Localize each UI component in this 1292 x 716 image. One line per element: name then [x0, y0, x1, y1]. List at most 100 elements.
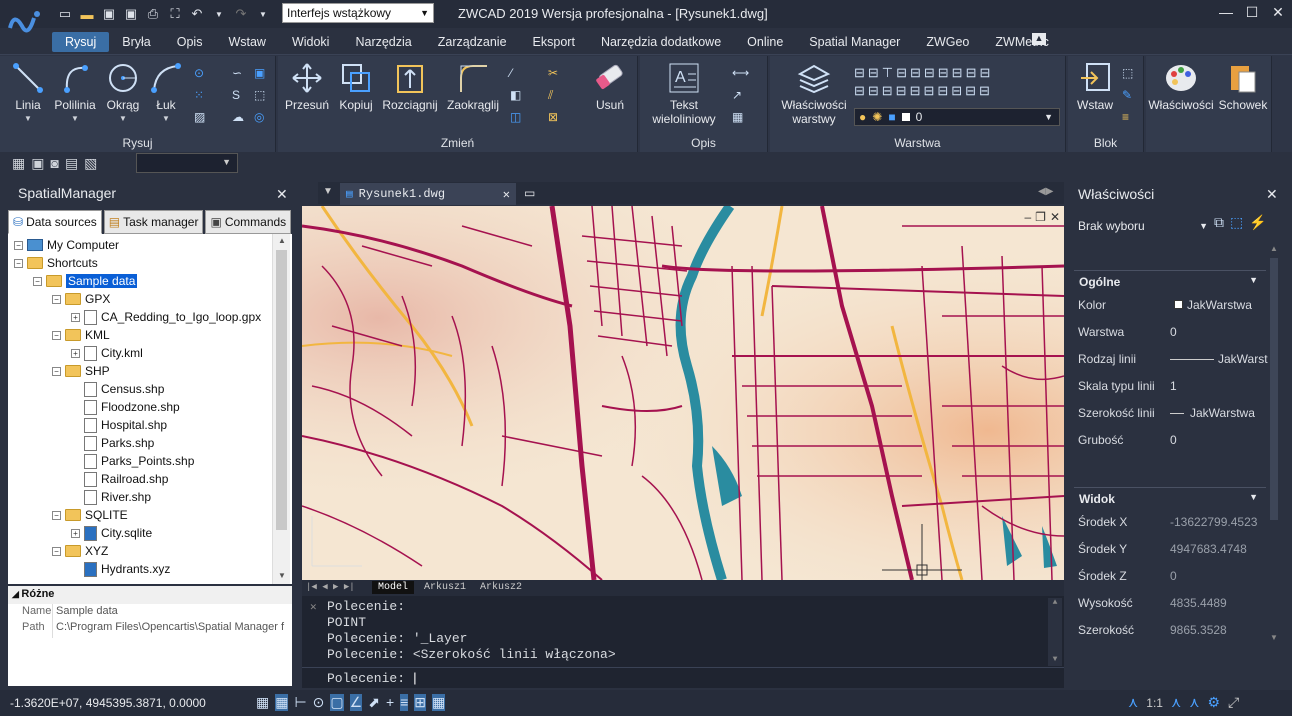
gradient-icon[interactable]: ▨: [194, 110, 210, 126]
dimension-icon[interactable]: ⟷: [732, 66, 749, 82]
donut-icon[interactable]: ◎: [254, 110, 270, 126]
tab-commands[interactable]: ▣ Commands: [205, 210, 292, 234]
expand-toggle-icon[interactable]: −: [52, 546, 61, 556]
prop-row-thickness[interactable]: Grubość 0: [1078, 433, 1268, 451]
erase-button[interactable]: Usuń: [590, 60, 630, 112]
expand-toggle-icon[interactable]: −: [14, 258, 23, 268]
offset-icon[interactable]: ⫽: [548, 88, 564, 104]
create-block-icon[interactable]: ⬚: [1122, 66, 1138, 82]
tree-item[interactable]: Census.shp: [71, 380, 164, 398]
polygonal-viewport-icon[interactable]: ◙: [50, 155, 58, 172]
tree-item[interactable]: Parks_Points.shp: [71, 452, 194, 470]
ribbon-tab[interactable]: Eksport: [520, 32, 588, 52]
insert-block-button[interactable]: Wstaw: [1072, 60, 1118, 112]
attribute-icon[interactable]: ≡: [1122, 110, 1138, 126]
select-objects-icon[interactable]: ⬚: [1230, 214, 1243, 231]
fullscreen-icon[interactable]: ⤢: [1228, 694, 1239, 711]
extend-icon[interactable]: ✂: [548, 66, 564, 82]
tab-task-manager[interactable]: ▤ Task manager: [103, 210, 204, 234]
ribbon-tab[interactable]: Online: [734, 32, 796, 52]
tab-layout-2[interactable]: Arkusz2: [476, 581, 526, 594]
minimize-ribbon-button[interactable]: ▲: [1032, 33, 1046, 45]
ribbon-tab[interactable]: Bryła: [109, 32, 163, 52]
prop-row-height[interactable]: Wysokość 4835.4489: [1078, 596, 1268, 614]
tab-list-icon[interactable]: ▼: [323, 186, 333, 197]
clip-viewport-icon[interactable]: ▧: [84, 155, 97, 172]
point-icon[interactable]: ⊙: [194, 66, 210, 82]
prop-row-center-z[interactable]: Środek Z0: [1078, 569, 1268, 587]
ortho-icon[interactable]: ⊢: [294, 694, 306, 711]
arc-button[interactable]: Łuk ▼: [146, 60, 186, 126]
grid-icon[interactable]: ▦: [256, 694, 269, 711]
tree-item[interactable]: − KML: [52, 326, 110, 344]
expand-toggle-icon[interactable]: −: [14, 240, 23, 250]
expand-toggle-icon[interactable]: −: [52, 366, 61, 376]
print-icon[interactable]: ⎙: [144, 5, 162, 23]
prop-row-color[interactable]: Kolor JakWarstwa: [1078, 298, 1268, 316]
ribbon-tab[interactable]: Narzędzia: [342, 32, 424, 52]
minimize-button[interactable]: —: [1214, 4, 1238, 24]
copy-button[interactable]: Kopiuj: [334, 60, 378, 112]
ribbon-tab[interactable]: Widoki: [279, 32, 343, 52]
expand-toggle-icon[interactable]: −: [52, 294, 61, 304]
tab-data-sources[interactable]: ⛁ Data sources: [8, 210, 102, 234]
save-icon[interactable]: ▣: [100, 5, 118, 23]
fillet-button[interactable]: Zaokrąglij: [444, 60, 502, 112]
ribbon-tab[interactable]: Spatial Manager: [796, 32, 913, 52]
prop-row-layer[interactable]: Warstwa 0: [1078, 325, 1268, 343]
close-viewport-icon[interactable]: ✕: [1050, 210, 1060, 224]
layer-tools-icons[interactable]: ⊟⊟⊤⊟⊟⊟⊟⊟⊟⊟ ⊟⊟⊟⊟⊟⊟⊟⊟⊟⊟: [854, 64, 1054, 104]
undo-dropdown-icon[interactable]: ▼: [210, 5, 228, 23]
tab-model[interactable]: Model: [372, 581, 415, 594]
spline-icon[interactable]: ∽: [232, 66, 248, 82]
leader-icon[interactable]: ↗: [732, 88, 748, 104]
command-input[interactable]: Polecenie: |: [327, 671, 419, 686]
prop-row-linetype-scale[interactable]: Skala typu linii 1: [1078, 379, 1268, 397]
tab-layout-1[interactable]: Arkusz1: [420, 581, 470, 594]
toggle-pickadd-icon[interactable]: ⧉: [1214, 214, 1224, 231]
restore-viewport-icon[interactable]: ❐: [1035, 210, 1046, 224]
snap-icon[interactable]: ▦: [275, 694, 289, 711]
layout-nav-icons[interactable]: |◀ ◀ ▶ ▶|: [306, 582, 355, 592]
tree-item[interactable]: − My Computer: [14, 236, 119, 254]
tree-item[interactable]: − GPX: [52, 290, 110, 308]
quick-select-icon[interactable]: ⚡: [1249, 214, 1266, 231]
tree-item[interactable]: + City.kml: [71, 344, 143, 362]
document-tab[interactable]: ▤ Rysunek1.dwg ✕: [340, 183, 516, 205]
tab-scroll-icon[interactable]: ◀▶: [1038, 186, 1053, 197]
tree-item[interactable]: Hydrants.xyz: [71, 560, 170, 578]
view-section[interactable]: Widok ▼: [1074, 487, 1266, 507]
line-button[interactable]: Linia ▼: [6, 60, 50, 126]
tree-item[interactable]: + City.sqlite: [71, 524, 152, 542]
tree-item[interactable]: River.shp: [71, 488, 151, 506]
viewport-scale-select[interactable]: ▼: [136, 153, 238, 173]
tree-item[interactable]: Hospital.shp: [71, 416, 167, 434]
osnap-icon[interactable]: ▢: [330, 694, 344, 711]
layer-properties-button[interactable]: Właściwości warstwy: [778, 60, 850, 126]
layer-tool-icon[interactable]: ⊟⊟⊤⊟⊟⊟⊟⊟⊟⊟: [854, 65, 993, 80]
move-button[interactable]: Przesuń: [284, 60, 330, 112]
expand-toggle-icon[interactable]: +: [71, 348, 80, 358]
array-icon[interactable]: ◫: [510, 110, 526, 126]
ribbon-tab[interactable]: Rysuj: [52, 32, 110, 52]
tree-item[interactable]: Floodzone.shp: [71, 398, 180, 416]
expand-toggle-icon[interactable]: +: [71, 528, 80, 538]
expand-toggle-icon[interactable]: −: [33, 276, 42, 286]
tree-item[interactable]: − SQLITE: [52, 506, 128, 524]
prop-row-linetype[interactable]: Rodzaj linii JakWarst: [1078, 352, 1268, 370]
save-as-icon[interactable]: ▣: [122, 5, 140, 23]
close-properties-icon[interactable]: ✕: [1266, 186, 1278, 203]
mirror-icon[interactable]: ◧: [510, 88, 526, 104]
redo-dropdown-icon[interactable]: ▼: [254, 5, 272, 23]
region-icon[interactable]: ⬚: [254, 88, 270, 104]
layer-tool-icon[interactable]: ⊟⊟⊟⊟⊟⊟⊟⊟⊟⊟: [854, 83, 993, 98]
tree-item[interactable]: Parks.shp: [71, 434, 154, 452]
prop-row-center-x[interactable]: Środek X -13622799.4523: [1078, 515, 1268, 533]
properties-scrollbar[interactable]: ▲ ▼: [1268, 244, 1280, 644]
command-scrollbar[interactable]: ▲ ▼: [1048, 598, 1062, 666]
otrack-icon[interactable]: ∠: [349, 694, 363, 711]
annotation-scale-value[interactable]: 1:1: [1146, 696, 1163, 710]
dynamic-ucs-icon[interactable]: ⬈: [368, 694, 380, 711]
close-button[interactable]: ✕: [1266, 4, 1290, 24]
properties-button[interactable]: Właściwości: [1148, 60, 1214, 112]
